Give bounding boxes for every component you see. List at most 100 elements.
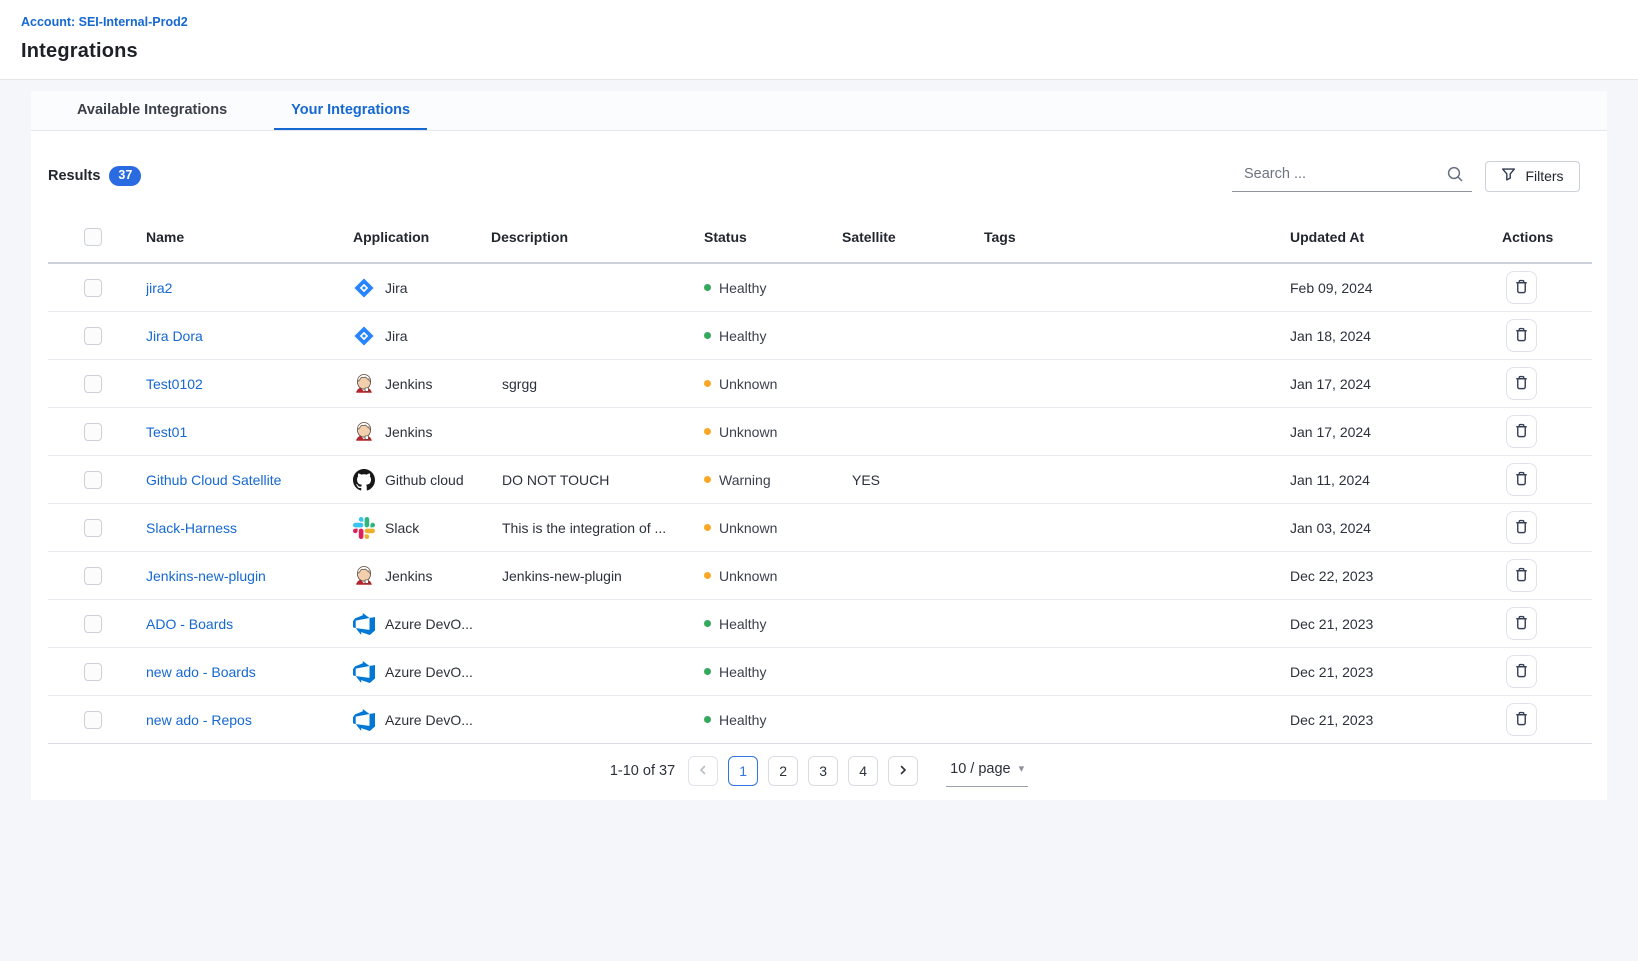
actions-cell — [1502, 511, 1592, 544]
delete-integration-button[interactable] — [1506, 703, 1537, 736]
row-checkbox[interactable] — [84, 279, 102, 297]
application-label: Jenkins — [385, 376, 432, 392]
row-checkbox[interactable] — [84, 567, 102, 585]
integration-name-link[interactable]: ADO - Boards — [146, 616, 233, 632]
row-checkbox[interactable] — [84, 663, 102, 681]
toolbar-right: Filters — [1232, 160, 1580, 192]
trash-icon — [1513, 374, 1530, 394]
application-cell: Jenkins — [353, 373, 491, 395]
pagination-range-label: 1-10 of 37 — [610, 763, 675, 779]
search-input[interactable] — [1232, 160, 1472, 192]
trash-icon — [1513, 278, 1530, 298]
results-summary: Results 37 — [48, 166, 141, 186]
jenkins-icon — [353, 373, 375, 395]
status-label: Unknown — [719, 376, 777, 392]
delete-integration-button[interactable] — [1506, 559, 1537, 592]
select-all-checkbox[interactable] — [84, 228, 102, 246]
pagination-next-button[interactable] — [888, 756, 918, 786]
name-cell: Slack-Harness — [146, 520, 353, 536]
filters-button[interactable]: Filters — [1485, 161, 1580, 192]
azure-devops-icon — [353, 661, 375, 683]
status-dot-icon — [704, 284, 711, 291]
integration-name-link[interactable]: Jenkins-new-plugin — [146, 568, 266, 584]
row-checkbox[interactable] — [84, 711, 102, 729]
status-cell: Healthy — [704, 712, 842, 728]
name-cell: ADO - Boards — [146, 616, 353, 632]
application-cell: Github cloud — [353, 469, 491, 491]
integration-name-link[interactable]: new ado - Boards — [146, 664, 256, 680]
status-dot-icon — [704, 524, 711, 531]
pagination-prev-button[interactable] — [688, 756, 718, 786]
status-dot-icon — [704, 620, 711, 627]
status-cell: Healthy — [704, 280, 842, 296]
integration-name-link[interactable]: jira2 — [146, 280, 172, 296]
tabbar: Available Integrations Your Integrations — [31, 91, 1607, 131]
delete-integration-button[interactable] — [1506, 415, 1537, 448]
delete-integration-button[interactable] — [1506, 367, 1537, 400]
row-checkbox-cell — [48, 711, 146, 729]
actions-cell — [1502, 463, 1592, 496]
application-label: Jenkins — [385, 424, 432, 440]
row-checkbox-cell — [48, 663, 146, 681]
status-label: Healthy — [719, 280, 766, 296]
status-cell: Healthy — [704, 328, 842, 344]
integration-name-link[interactable]: Test01 — [146, 424, 187, 440]
integration-name-link[interactable]: Slack-Harness — [146, 520, 237, 536]
integration-name-link[interactable]: new ado - Repos — [146, 712, 252, 728]
delete-integration-button[interactable] — [1506, 463, 1537, 496]
updated-at-cell: Feb 09, 2024 — [1290, 280, 1502, 296]
row-checkbox[interactable] — [84, 423, 102, 441]
updated-at-cell: Jan 17, 2024 — [1290, 376, 1502, 392]
pagination-page-2[interactable]: 2 — [768, 756, 798, 786]
search-icon — [1446, 165, 1464, 188]
name-cell: Test01 — [146, 424, 353, 440]
chevron-down-icon: ▾ — [1019, 762, 1025, 775]
application-label: Azure DevO... — [385, 712, 473, 728]
tab-your-integrations[interactable]: Your Integrations — [274, 91, 427, 130]
application-label: Jira — [385, 280, 408, 296]
delete-integration-button[interactable] — [1506, 271, 1537, 304]
page-size-label: 10 / page — [950, 761, 1010, 777]
description-cell: Jenkins-new-plugin — [491, 568, 704, 584]
row-checkbox-cell — [48, 423, 146, 441]
status-dot-icon — [704, 572, 711, 579]
azure-devops-icon — [353, 613, 375, 635]
status-cell: Warning — [704, 472, 842, 488]
trash-icon — [1513, 614, 1530, 634]
integration-name-link[interactable]: Jira Dora — [146, 328, 203, 344]
status-cell: Unknown — [704, 568, 842, 584]
application-cell: Slack — [353, 517, 491, 539]
status-dot-icon — [704, 428, 711, 435]
integration-name-link[interactable]: Test0102 — [146, 376, 203, 392]
row-checkbox[interactable] — [84, 327, 102, 345]
delete-integration-button[interactable] — [1506, 319, 1537, 352]
name-cell: Jenkins-new-plugin — [146, 568, 353, 584]
results-count-badge: 37 — [109, 166, 141, 186]
table-row: Slack-HarnessSlackThis is the integratio… — [48, 504, 1592, 552]
updated-at-cell: Dec 21, 2023 — [1290, 664, 1502, 680]
chevron-left-icon — [697, 763, 709, 779]
delete-integration-button[interactable] — [1506, 655, 1537, 688]
pagination-page-1[interactable]: 1 — [728, 756, 758, 786]
pagination-page-3[interactable]: 3 — [808, 756, 838, 786]
account-link[interactable]: Account: SEI-Internal-Prod2 — [21, 15, 188, 29]
integration-name-link[interactable]: Github Cloud Satellite — [146, 472, 281, 488]
row-checkbox[interactable] — [84, 519, 102, 537]
table-row: Jenkins-new-pluginJenkinsJenkins-new-plu… — [48, 552, 1592, 600]
pagination-page-4[interactable]: 4 — [848, 756, 878, 786]
satellite-cell: YES — [842, 472, 984, 488]
row-checkbox[interactable] — [84, 471, 102, 489]
delete-integration-button[interactable] — [1506, 607, 1537, 640]
actions-cell — [1502, 655, 1592, 688]
status-label: Healthy — [719, 664, 766, 680]
application-cell: Jenkins — [353, 421, 491, 443]
jira-icon — [353, 277, 375, 299]
status-cell: Unknown — [704, 520, 842, 536]
row-checkbox[interactable] — [84, 615, 102, 633]
page-size-select[interactable]: 10 / page ▾ — [946, 756, 1028, 787]
row-checkbox[interactable] — [84, 375, 102, 393]
delete-integration-button[interactable] — [1506, 511, 1537, 544]
tab-available-integrations[interactable]: Available Integrations — [60, 91, 244, 130]
status-label: Unknown — [719, 424, 777, 440]
table-row: Test01JenkinsUnknownJan 17, 2024 — [48, 408, 1592, 456]
